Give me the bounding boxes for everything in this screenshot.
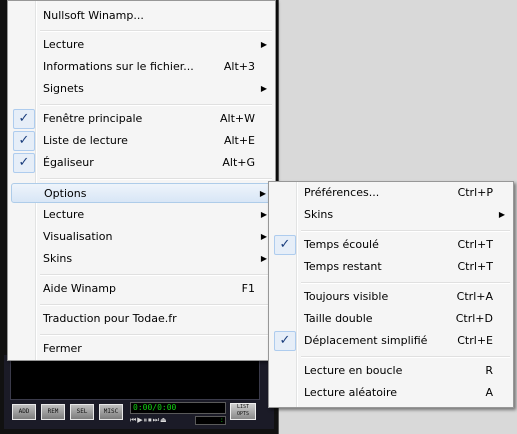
menu-item-repeat[interactable]: Lecture en boucle R xyxy=(272,361,510,381)
submenu-arrow-icon: ▶ xyxy=(260,254,267,263)
menu-separator xyxy=(301,230,510,232)
menu-item-lecture[interactable]: Lecture ▶ xyxy=(11,35,272,55)
menu-item-label: Lecture xyxy=(43,38,85,51)
menu-item-label: Lecture aléatoire xyxy=(304,386,398,399)
menu-item-label: Préférences... xyxy=(304,186,380,199)
menu-item-label: Informations sur le fichier... xyxy=(43,60,194,73)
check-icon: ✓ xyxy=(13,109,35,129)
menu-item-always-on-top[interactable]: Toujours visible Ctrl+A xyxy=(272,287,510,307)
menu-item-label: Skins xyxy=(304,208,334,221)
menu-item-translation[interactable]: Traduction pour Todae.fr xyxy=(11,309,272,329)
menu-separator xyxy=(40,178,272,180)
menu-item-label: Fenêtre principale xyxy=(43,112,143,125)
mini-counter: : xyxy=(195,416,226,425)
menu-item-shortcut: Ctrl+D xyxy=(455,312,493,325)
menu-item-close[interactable]: Fermer xyxy=(11,339,272,359)
menu-item-main-window[interactable]: ✓ Fenêtre principale Alt+W xyxy=(11,109,272,129)
check-icon: ✓ xyxy=(274,235,296,255)
menu-item-visualisation[interactable]: Visualisation ▶ xyxy=(11,227,272,247)
menu-item-label: Temps restant xyxy=(304,260,382,273)
select-button[interactable]: SEL xyxy=(70,404,94,420)
submenu-arrow-icon: ▶ xyxy=(498,210,505,219)
menu-item-shortcut: Ctrl+E xyxy=(457,334,493,347)
menu-item-label: Skins xyxy=(43,252,73,265)
list-options-button[interactable]: LIST OPTS xyxy=(230,403,256,420)
menu-item-shortcut: Alt+E xyxy=(223,134,255,147)
menu-item-label: Fermer xyxy=(43,342,82,355)
menu-item-nullsoft-winamp[interactable]: Nullsoft Winamp... xyxy=(11,6,272,26)
menu-item-label: Liste de lecture xyxy=(43,134,128,147)
menu-item-label: Taille double xyxy=(304,312,373,325)
playlist-area xyxy=(10,360,260,400)
check-icon: ✓ xyxy=(13,153,35,173)
menu-item-skins-sub[interactable]: Skins ▶ xyxy=(272,205,510,225)
menu-item-label: Égaliseur xyxy=(43,156,94,169)
menu-separator xyxy=(301,356,510,358)
menu-separator xyxy=(40,304,272,306)
menu-separator xyxy=(301,282,510,284)
menu-item-shuffle[interactable]: Lecture aléatoire A xyxy=(272,383,510,403)
menu-item-label: Traduction pour Todae.fr xyxy=(43,312,177,325)
time-display: 0:00/0:00 xyxy=(130,402,226,414)
menu-item-label: Visualisation xyxy=(43,230,113,243)
menu-separator xyxy=(40,334,272,336)
mini-transport-controls[interactable]: ⏮▶⏸⏹⏭⏏ xyxy=(130,416,190,424)
submenu-arrow-icon: ▶ xyxy=(259,189,266,198)
menu-item-skins[interactable]: Skins ▶ xyxy=(11,249,272,269)
menu-item-file-info[interactable]: Informations sur le fichier... Alt+3 xyxy=(11,57,272,77)
menu-separator xyxy=(40,104,272,106)
submenu-arrow-icon: ▶ xyxy=(260,40,267,49)
menu-item-lecture-2[interactable]: Lecture ▶ xyxy=(11,205,272,225)
menu-item-label: Nullsoft Winamp... xyxy=(43,9,144,22)
menu-item-shortcut: Alt+G xyxy=(222,156,255,169)
menu-item-label: Déplacement simplifié xyxy=(304,334,428,347)
check-icon: ✓ xyxy=(274,331,296,351)
menu-item-label: Toujours visible xyxy=(304,290,389,303)
check-icon: ✓ xyxy=(13,131,35,151)
menu-item-elapsed-time[interactable]: ✓ Temps écoulé Ctrl+T xyxy=(272,235,510,255)
menu-item-playlist[interactable]: ✓ Liste de lecture Alt+E xyxy=(11,131,272,151)
menu-item-shortcut: R xyxy=(485,364,493,377)
menu-item-label: Aide Winamp xyxy=(43,282,116,295)
menu-separator xyxy=(40,30,272,32)
menu-item-shortcut: Alt+3 xyxy=(223,60,255,73)
menu-item-signets[interactable]: Signets ▶ xyxy=(11,79,272,99)
menu-item-shortcut: F1 xyxy=(241,282,255,295)
menu-item-help[interactable]: Aide Winamp F1 xyxy=(11,279,272,299)
menu-separator xyxy=(40,274,272,276)
submenu-arrow-icon: ▶ xyxy=(260,84,267,93)
menu-item-shortcut: Ctrl+A xyxy=(456,290,493,303)
menu-item-preferences[interactable]: Préférences... Ctrl+P xyxy=(272,183,510,203)
menu-item-equalizer[interactable]: ✓ Égaliseur Alt+G xyxy=(11,153,272,173)
menu-item-shortcut: Ctrl+T xyxy=(457,260,493,273)
remove-button[interactable]: REM xyxy=(41,404,65,420)
submenu-arrow-icon: ▶ xyxy=(260,210,267,219)
submenu-arrow-icon: ▶ xyxy=(260,232,267,241)
menu-item-label: Temps écoulé xyxy=(304,238,379,251)
menu-item-shortcut: A xyxy=(485,386,493,399)
add-button[interactable]: ADD xyxy=(12,404,36,420)
options-submenu: Préférences... Ctrl+P Skins ▶ ✓ Temps éc… xyxy=(268,181,514,408)
menu-item-options[interactable]: Options ▶ xyxy=(11,183,272,203)
menu-item-shortcut: Alt+W xyxy=(220,112,255,125)
misc-button[interactable]: MISC xyxy=(99,404,123,420)
menu-item-double-size[interactable]: Taille double Ctrl+D xyxy=(272,309,510,329)
menu-item-remaining-time[interactable]: Temps restant Ctrl+T xyxy=(272,257,510,277)
menu-item-label: Lecture en boucle xyxy=(304,364,403,377)
main-context-menu: Nullsoft Winamp... Lecture ▶ Information… xyxy=(7,0,276,361)
menu-item-shortcut: Ctrl+T xyxy=(457,238,493,251)
menu-item-label: Options xyxy=(44,187,87,200)
menu-item-label: Lecture xyxy=(43,208,85,221)
menu-item-easy-move[interactable]: ✓ Déplacement simplifié Ctrl+E xyxy=(272,331,510,351)
menu-item-label: Signets xyxy=(43,82,84,95)
menu-item-shortcut: Ctrl+P xyxy=(457,186,493,199)
